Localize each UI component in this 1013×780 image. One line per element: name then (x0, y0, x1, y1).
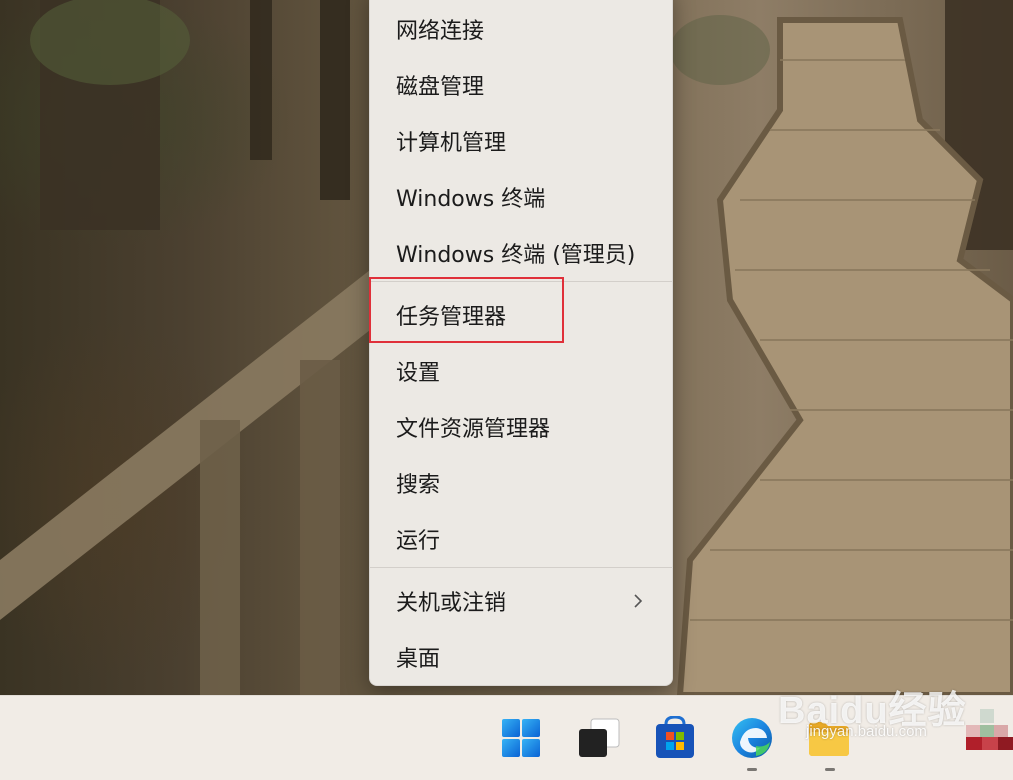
menu-item-label: Windows 终端 (管理员) (396, 243, 636, 268)
menu-item-disk-management[interactable]: 磁盘管理 (370, 57, 672, 113)
menu-item-windows-terminal[interactable]: Windows 终端 (370, 169, 672, 225)
menu-item-computer-management[interactable]: 计算机管理 (370, 113, 672, 169)
menu-item-label: 文件资源管理器 (396, 417, 551, 442)
file-explorer-running-indicator (825, 768, 835, 771)
menu-item-label: 磁盘管理 (396, 75, 485, 100)
menu-divider (370, 567, 672, 568)
chevron-right-icon (634, 594, 643, 608)
menu-item-desktop[interactable]: 桌面 (370, 629, 672, 685)
menu-item-label: 搜索 (396, 473, 441, 498)
menu-item-run[interactable]: 运行 (370, 511, 672, 567)
menu-item-label: 运行 (396, 529, 441, 554)
edge-button[interactable] (729, 715, 775, 761)
menu-item-network-connections[interactable]: 网络连接 (370, 1, 672, 57)
menu-item-windows-terminal-admin[interactable]: Windows 终端 (管理员) (370, 225, 672, 281)
menu-item-shutdown-signout[interactable]: 关机或注销 (370, 573, 672, 629)
task-view-button[interactable] (576, 715, 622, 761)
tray-fragment (966, 709, 1013, 750)
edge-icon (732, 718, 772, 758)
menu-item-label: 设置 (396, 361, 441, 386)
baidu-jingyan-watermark: Baidu经验 jingyan.baidu.com (778, 665, 968, 745)
start-button[interactable] (498, 715, 544, 761)
quick-link-context-menu: 网络连接 磁盘管理 计算机管理 Windows 终端 Windows 终端 (管… (369, 0, 673, 686)
watermark-url: jingyan.baidu.com (806, 723, 927, 740)
task-view-icon (579, 718, 620, 757)
menu-item-label: 桌面 (396, 647, 441, 672)
start-icon (502, 719, 540, 757)
edge-running-indicator (747, 768, 757, 771)
menu-item-label: 网络连接 (396, 19, 485, 44)
menu-item-search[interactable]: 搜索 (370, 455, 672, 511)
microsoft-store-button[interactable] (652, 715, 698, 761)
menu-item-file-explorer[interactable]: 文件资源管理器 (370, 399, 672, 455)
menu-item-settings[interactable]: 设置 (370, 343, 672, 399)
menu-item-label: Windows 终端 (396, 187, 546, 212)
task-manager-highlight-box (369, 277, 564, 343)
menu-item-label: 关机或注销 (396, 591, 507, 616)
microsoft-store-icon (656, 716, 694, 758)
menu-item-label: 计算机管理 (396, 131, 507, 156)
